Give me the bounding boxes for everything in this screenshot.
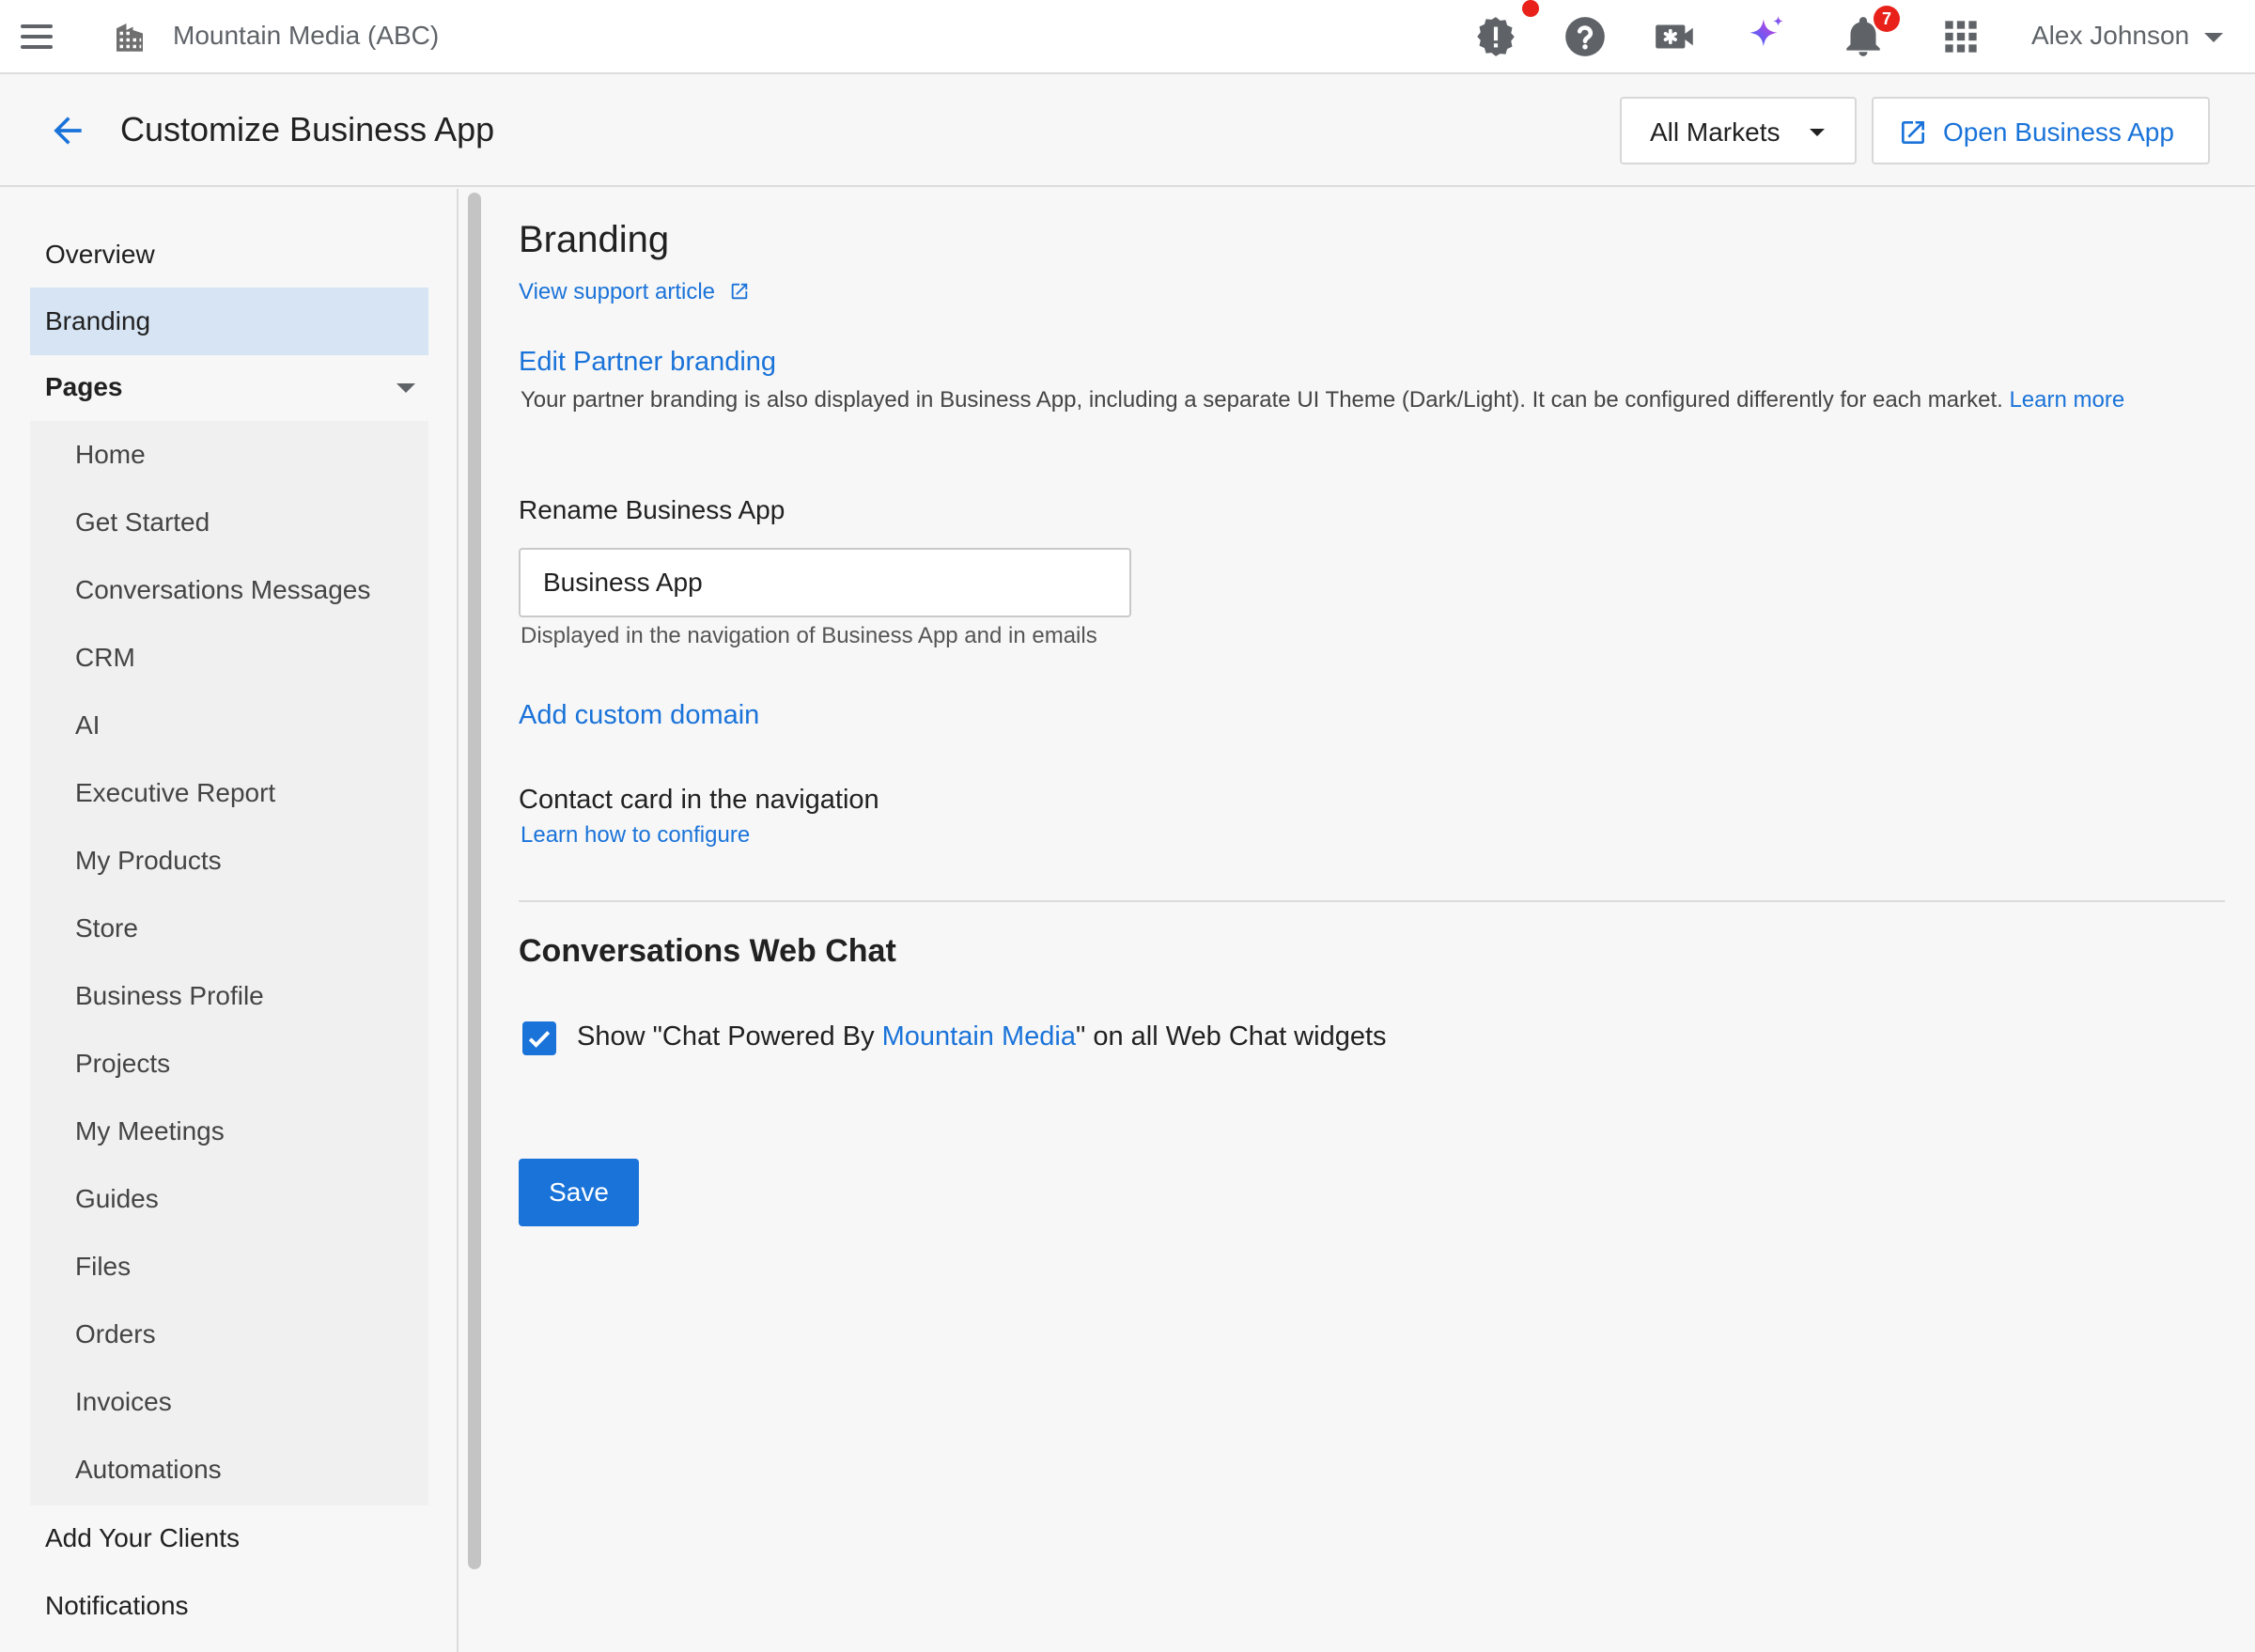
learn-how-to-configure-link[interactable]: Learn how to configure: [521, 822, 750, 849]
sidebar-item-pages[interactable]: Pages: [30, 353, 428, 421]
markets-label: All Markets: [1650, 117, 1781, 147]
sidebar-item-overview[interactable]: Overview: [30, 221, 428, 288]
back-arrow-icon[interactable]: [47, 110, 88, 151]
checkmark-icon: [528, 1031, 551, 1048]
org-name[interactable]: Mountain Media (ABC): [173, 21, 439, 51]
markets-dropdown[interactable]: All Markets: [1620, 97, 1857, 164]
sidebar-item-crm[interactable]: CRM: [30, 624, 428, 692]
sparkle-icon[interactable]: [1742, 13, 1789, 60]
brand-name-link[interactable]: Mountain Media: [882, 1021, 1076, 1052]
sidebar: Overview Branding Pages Home Get Started…: [0, 189, 459, 1652]
sidebar-item-my-products[interactable]: My Products: [30, 827, 428, 895]
branding-title: Branding: [519, 219, 670, 260]
sidebar-item-get-started[interactable]: Get Started: [30, 489, 428, 556]
caret-down-icon: [1810, 129, 1825, 136]
sidebar-item-automations[interactable]: Automations: [30, 1436, 428, 1504]
rename-business-app-input[interactable]: [519, 548, 1131, 617]
sidebar-item-home[interactable]: Home: [30, 421, 428, 489]
menu-icon[interactable]: [17, 19, 58, 55]
alert-badge-dot: [1522, 0, 1539, 17]
apps-grid-icon[interactable]: [1937, 13, 1984, 60]
edit-partner-branding-link[interactable]: Edit Partner branding: [519, 347, 776, 378]
section-divider: [519, 900, 2225, 902]
caret-down-icon: [397, 383, 415, 393]
powered-by-label: Show "Chat Powered By Mountain Media" on…: [577, 1021, 1387, 1052]
notification-count-badge: 7: [1874, 6, 1900, 32]
view-support-article-label: View support article: [519, 279, 715, 304]
powered-by-checkbox[interactable]: [522, 1021, 556, 1055]
alert-icon[interactable]: [1472, 13, 1519, 60]
sidebar-item-business-profile[interactable]: Business Profile: [30, 962, 428, 1030]
pages-submenu: Home Get Started Conversations Messages …: [30, 421, 428, 1505]
main-content: Branding View support article Edit Partn…: [519, 189, 2227, 1652]
label-suffix: " on all Web Chat widgets: [1075, 1021, 1387, 1052]
open-in-new-icon: [731, 283, 747, 300]
open-business-app-label: Open Business App: [1943, 117, 2174, 147]
contact-card-label: Contact card in the navigation: [519, 785, 879, 815]
description-text: Your partner branding is also displayed …: [521, 387, 2003, 413]
sidebar-item-my-meetings[interactable]: My Meetings: [30, 1098, 428, 1165]
add-custom-domain-link[interactable]: Add custom domain: [519, 700, 759, 731]
help-icon[interactable]: [1562, 13, 1609, 60]
open-in-new-icon: [1902, 121, 1924, 144]
sidebar-item-notifications[interactable]: Notifications: [30, 1572, 428, 1640]
sidebar-item-pages-label: Pages: [45, 372, 123, 401]
video-icon[interactable]: [1652, 13, 1699, 60]
sidebar-item-ai[interactable]: AI: [30, 692, 428, 759]
rename-label: Rename Business App: [519, 495, 785, 524]
sidebar-item-branding[interactable]: Branding: [30, 288, 428, 355]
sidebar-item-orders[interactable]: Orders: [30, 1301, 428, 1368]
sidebar-item-executive-report[interactable]: Executive Report: [30, 759, 428, 827]
caret-down-icon[interactable]: [2204, 33, 2223, 42]
sidebar-item-add-your-clients[interactable]: Add Your Clients: [30, 1504, 428, 1572]
page-header: Customize Business App All Markets Open …: [0, 76, 2255, 187]
top-bar: Mountain Media (ABC) 7 Alex Johnson: [0, 0, 2255, 74]
learn-more-link[interactable]: Learn more: [2009, 387, 2124, 413]
user-menu[interactable]: Alex Johnson: [2031, 21, 2189, 51]
web-chat-title: Conversations Web Chat: [519, 933, 896, 969]
label-prefix: Show "Chat Powered By: [577, 1021, 882, 1052]
sidebar-item-invoices[interactable]: Invoices: [30, 1368, 428, 1436]
page-title: Customize Business App: [120, 110, 495, 148]
sidebar-item-conversations-messages[interactable]: Conversations Messages: [30, 556, 428, 624]
sidebar-scrollbar[interactable]: [468, 193, 481, 1569]
sidebar-item-store[interactable]: Store: [30, 895, 428, 962]
save-button[interactable]: Save: [519, 1159, 639, 1226]
sidebar-item-guides[interactable]: Guides: [30, 1165, 428, 1233]
rename-hint: Displayed in the navigation of Business …: [521, 623, 1097, 648]
sidebar-item-files[interactable]: Files: [30, 1233, 428, 1301]
view-support-article-link[interactable]: View support article: [519, 279, 750, 305]
open-business-app-button[interactable]: Open Business App: [1872, 97, 2210, 164]
building-icon: [117, 23, 143, 52]
partner-branding-description: Your partner branding is also displayed …: [521, 384, 2184, 416]
sidebar-item-projects[interactable]: Projects: [30, 1030, 428, 1098]
